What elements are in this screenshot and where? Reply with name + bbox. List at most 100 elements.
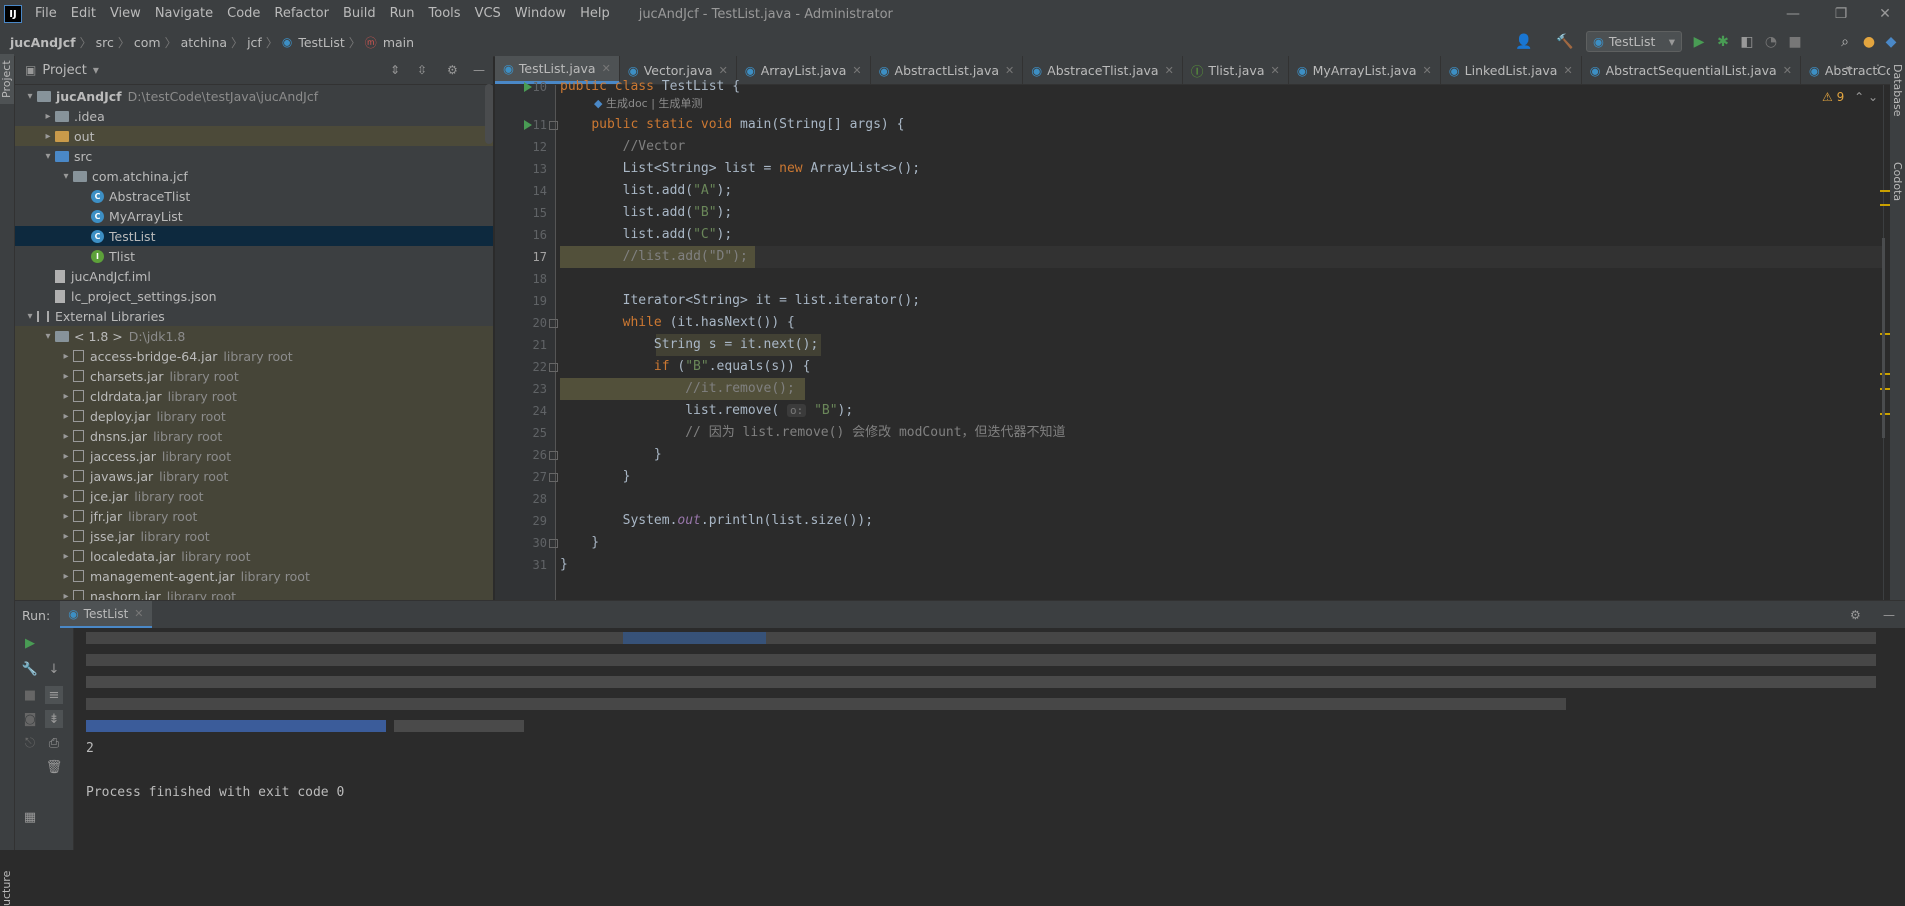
tree-node[interactable]: ▸ jaccess.jar library root <box>15 446 493 466</box>
menu-file[interactable]: File <box>28 0 64 28</box>
chevron-right-icon[interactable]: ▸ <box>41 131 55 142</box>
code-line[interactable]: //it.remove(); <box>560 378 795 400</box>
tree-node[interactable]: ▸ jsse.jar library root <box>15 526 493 546</box>
scroll-down-icon[interactable]: ↓ <box>45 660 63 678</box>
code-line[interactable]: list.add("B"); <box>560 202 733 224</box>
editor-scrollbar[interactable] <box>1882 238 1885 438</box>
close-tab-icon[interactable]: ✕ <box>852 64 861 77</box>
debug-icon[interactable]: ✱ <box>1714 33 1732 51</box>
tree-node[interactable]: jucAndJcf.iml <box>15 266 493 286</box>
tree-node[interactable]: lc_project_settings.json <box>15 286 493 306</box>
tree-node[interactable]: ▾ External Libraries <box>15 306 493 326</box>
tree-node[interactable]: ▸ out <box>15 126 493 146</box>
close-tab-icon[interactable]: ✕ <box>1271 64 1280 77</box>
tree-node[interactable]: ▸ cldrdata.jar library root <box>15 386 493 406</box>
chevron-right-icon[interactable]: ▸ <box>59 451 73 462</box>
close-tab-icon[interactable]: ✕ <box>1563 64 1572 77</box>
search-icon[interactable]: ⌕ <box>1836 33 1854 51</box>
breadcrumb-item[interactable]: jcf <box>243 35 266 50</box>
chevron-right-icon[interactable]: ▸ <box>59 391 73 402</box>
code-line[interactable]: public static void main(String[] args) { <box>560 114 904 136</box>
tree-node[interactable]: ▾ com.atchina.jcf <box>15 166 493 186</box>
tree-node[interactable]: ▸ access-bridge-64.jar library root <box>15 346 493 366</box>
tree-node[interactable]: ▸ jfr.jar library root <box>15 506 493 526</box>
breadcrumb-item[interactable]: main <box>379 35 418 50</box>
close-tab-icon[interactable]: ✕ <box>719 64 728 77</box>
code-line[interactable]: System.out.println(list.size()); <box>560 510 873 532</box>
inspection-widget[interactable]: ⚠ 9 ⌃ ⌄ <box>1822 90 1878 104</box>
breadcrumb-item[interactable]: src <box>92 35 118 50</box>
project-strip-button[interactable]: Project <box>0 54 14 104</box>
chevron-right-icon[interactable]: ▸ <box>59 531 73 542</box>
build-hammer-icon[interactable]: 🔨 <box>1556 33 1574 51</box>
print-icon[interactable]: ⎙ <box>45 734 63 752</box>
run-icon[interactable]: ▶ <box>1690 33 1708 51</box>
structure-strip-button[interactable]: ucture <box>0 871 13 906</box>
exit-icon[interactable]: ⎋ <box>21 734 39 752</box>
run-gutter-icon[interactable] <box>524 120 532 130</box>
tree-node[interactable]: ▸ localedata.jar library root <box>15 546 493 566</box>
chevron-right-icon[interactable]: ▸ <box>59 431 73 442</box>
code-line[interactable]: } <box>560 466 631 488</box>
chevron-right-icon[interactable]: ▸ <box>59 351 73 362</box>
rerun-icon[interactable]: ▶ <box>21 634 39 652</box>
menu-vcs[interactable]: VCS <box>468 0 508 28</box>
chevron-right-icon[interactable]: ▸ <box>59 551 73 562</box>
camera-icon[interactable]: ◙ <box>21 710 39 728</box>
tab-list-chevron-icon[interactable]: ▾ <box>1846 62 1852 76</box>
menu-refactor[interactable]: Refactor <box>267 0 336 28</box>
fold-marker-icon[interactable] <box>549 121 558 130</box>
code-line[interactable]: list.remove( o: "B"); <box>560 400 853 422</box>
run-console-output[interactable]: 2 Process finished with exit code 0 <box>74 628 1905 850</box>
soft-wrap-icon[interactable]: ≡ <box>45 686 63 704</box>
hide-panel-icon[interactable]: — <box>473 63 485 77</box>
fold-marker-icon[interactable] <box>549 473 558 482</box>
fold-marker-icon[interactable] <box>549 451 558 460</box>
stop-icon[interactable]: ■ <box>1786 33 1804 51</box>
code-line[interactable]: list.add("C"); <box>560 224 733 246</box>
menu-view[interactable]: View <box>103 0 148 28</box>
tree-node[interactable]: I Tlist <box>15 246 493 266</box>
tree-scrollbar[interactable] <box>485 84 493 144</box>
editor-tab[interactable]: ◉ AbstractSequentialList.java ✕ <box>1582 56 1801 84</box>
chevron-down-icon[interactable]: ▾ <box>93 63 99 77</box>
layout-icon[interactable]: ▦ <box>21 808 39 826</box>
tree-node[interactable]: ▸ management-agent.jar library root <box>15 566 493 586</box>
wrench-icon[interactable]: 🔧 <box>21 660 39 678</box>
expand-all-icon[interactable]: ⇕ <box>390 63 400 77</box>
code-line[interactable]: } <box>560 554 568 576</box>
tree-node[interactable]: ▸ .idea <box>15 106 493 126</box>
code-line[interactable]: String s = it.next(); <box>560 334 818 356</box>
chevron-down-icon[interactable]: ▾ <box>41 331 55 342</box>
editor-tab[interactable]: ◉ LinkedList.java ✕ <box>1441 56 1582 84</box>
trash-icon[interactable]: 🗑 <box>45 758 63 776</box>
run-config-selector[interactable]: ◉ TestList ▾ <box>1586 31 1682 52</box>
code-line[interactable]: if ("B".equals(s)) { <box>560 356 811 378</box>
gear-icon[interactable]: ⚙ <box>447 63 458 77</box>
profile-icon[interactable]: ◔ <box>1762 33 1780 51</box>
close-tab-icon[interactable]: ✕ <box>134 607 143 620</box>
gear-icon[interactable]: ⚙ <box>1850 608 1861 622</box>
chevron-down-icon[interactable]: ▾ <box>23 91 37 102</box>
close-tab-icon[interactable]: ✕ <box>1005 64 1014 77</box>
fold-marker-icon[interactable] <box>549 319 558 328</box>
tree-node[interactable]: ▸ jce.jar library root <box>15 486 493 506</box>
tree-node[interactable]: C TestList <box>15 226 493 246</box>
plugin-icon[interactable]: ◆ <box>1882 33 1900 51</box>
editor-tab[interactable]: ◉ MyArrayList.java ✕ <box>1289 56 1441 84</box>
maximize-icon[interactable]: ❐ <box>1818 0 1864 28</box>
breadcrumb-item[interactable]: TestList <box>294 35 348 50</box>
run-tab-testlist[interactable]: ◉ TestList ✕ <box>60 601 152 629</box>
close-tab-icon[interactable]: ✕ <box>1423 64 1432 77</box>
tree-node[interactable]: C AbstraceTlist <box>15 186 493 206</box>
chevron-down-icon[interactable]: ▾ <box>23 311 37 322</box>
tree-node[interactable]: ▾ src <box>15 146 493 166</box>
chevron-right-icon[interactable]: ▸ <box>59 511 73 522</box>
editor-tab[interactable]: ◉ AbstractList.java ✕ <box>871 56 1024 84</box>
editor-tab[interactable]: ◉ AbstraceTlist.java ✕ <box>1023 56 1183 84</box>
tree-node[interactable]: ▾ < 1.8 > D:\jdk1.8 <box>15 326 493 346</box>
menu-navigate[interactable]: Navigate <box>148 0 220 28</box>
database-strip-button[interactable]: Database <box>1891 64 1904 117</box>
chevron-right-icon[interactable]: ▸ <box>41 111 55 122</box>
breadcrumb-item[interactable]: jucAndJcf <box>6 35 80 50</box>
